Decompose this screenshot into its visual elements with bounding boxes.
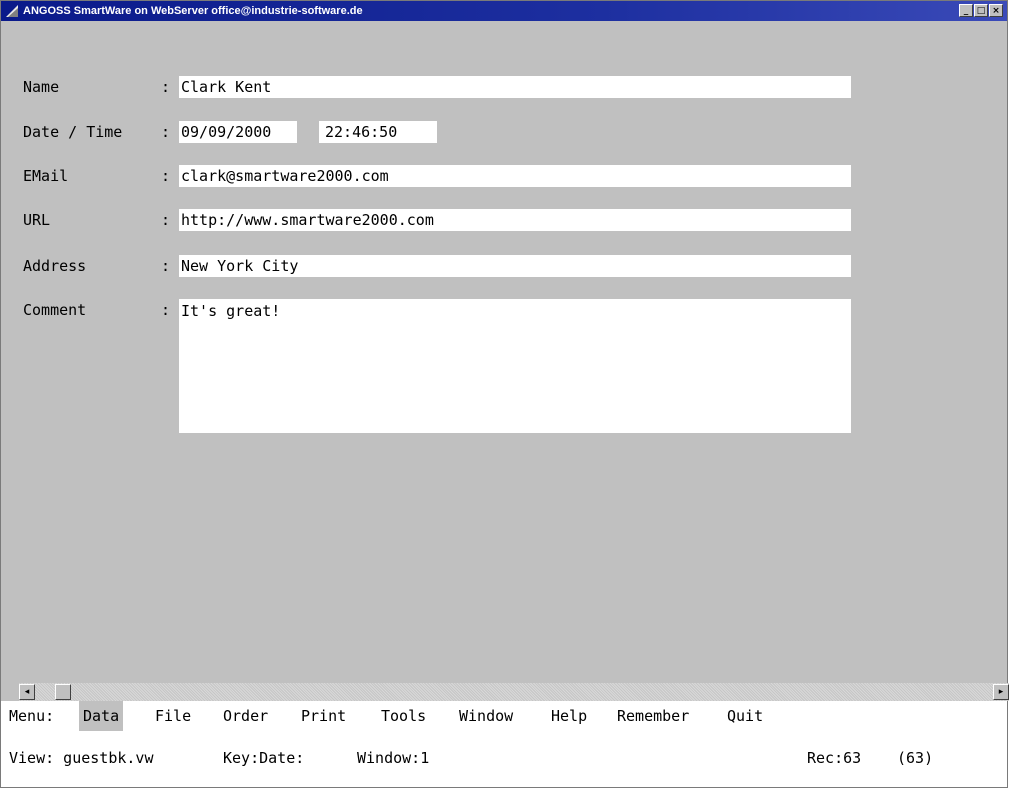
email-field[interactable]: clark@smartware2000.com xyxy=(179,165,851,187)
email-label: EMail xyxy=(23,167,69,185)
menu-item-file[interactable]: File xyxy=(151,701,195,731)
name-label: Name xyxy=(23,78,60,96)
address-label: Address xyxy=(23,257,87,275)
comment-field[interactable]: It's great! xyxy=(179,299,851,433)
scroll-thumb[interactable] xyxy=(55,684,71,700)
menu-bar: Menu: Data File Order Print Tools Window… xyxy=(1,701,1007,733)
status-total: (63) xyxy=(897,749,934,767)
maximize-button[interactable]: □ xyxy=(974,4,988,17)
colon: : xyxy=(161,78,171,96)
date-time-label: Date / Time xyxy=(23,123,123,141)
name-field[interactable]: Clark Kent xyxy=(179,76,851,98)
date-field[interactable]: 09/09/2000 xyxy=(179,121,297,143)
menu-item-window[interactable]: Window xyxy=(455,701,517,731)
status-bar: View: guestbk.vw Key:Date: Window:1 Rec:… xyxy=(1,733,1007,787)
minimize-button[interactable]: _ xyxy=(959,4,973,17)
menu-item-data[interactable]: Data xyxy=(79,701,124,731)
colon: : xyxy=(161,123,171,141)
title-bar: ANGOSS SmartWare on WebServer office@ind… xyxy=(1,1,1007,21)
menu-item-quit[interactable]: Quit xyxy=(723,701,767,731)
colon: : xyxy=(161,301,171,319)
url-label: URL xyxy=(23,211,51,229)
status-window: Window:1 xyxy=(357,749,430,767)
colon: : xyxy=(161,211,171,229)
close-button[interactable]: × xyxy=(989,4,1003,17)
time-field[interactable]: 22:46:50 xyxy=(319,121,437,143)
app-icon xyxy=(6,5,18,17)
status-view: View: guestbk.vw xyxy=(9,749,154,767)
app-window: ANGOSS SmartWare on WebServer office@ind… xyxy=(0,0,1009,788)
menu-item-tools[interactable]: Tools xyxy=(377,701,430,731)
status-record: Rec:63 xyxy=(807,749,862,767)
menu-prefix: Menu: xyxy=(9,707,55,725)
menu-item-help[interactable]: Help xyxy=(547,701,591,731)
address-field[interactable]: New York City xyxy=(179,255,851,277)
colon: : xyxy=(161,257,171,275)
comment-label: Comment xyxy=(23,301,87,319)
record-form: Name : Clark Kent Date / Time : 09/09/20… xyxy=(9,21,1007,683)
url-field[interactable]: http://www.smartware2000.com xyxy=(179,209,851,231)
window-title: ANGOSS SmartWare on WebServer office@ind… xyxy=(23,5,363,17)
colon: : xyxy=(161,167,171,185)
horizontal-scrollbar[interactable]: ◂ ▸ xyxy=(19,683,1009,701)
status-key: Key:Date: xyxy=(223,749,305,767)
menu-item-order[interactable]: Order xyxy=(219,701,272,731)
scroll-left-arrow-icon[interactable]: ◂ xyxy=(19,684,35,700)
scroll-right-arrow-icon[interactable]: ▸ xyxy=(993,684,1009,700)
window-controls: _ □ × xyxy=(959,4,1003,17)
menu-item-print[interactable]: Print xyxy=(297,701,350,731)
menu-item-remember[interactable]: Remember xyxy=(613,701,693,731)
